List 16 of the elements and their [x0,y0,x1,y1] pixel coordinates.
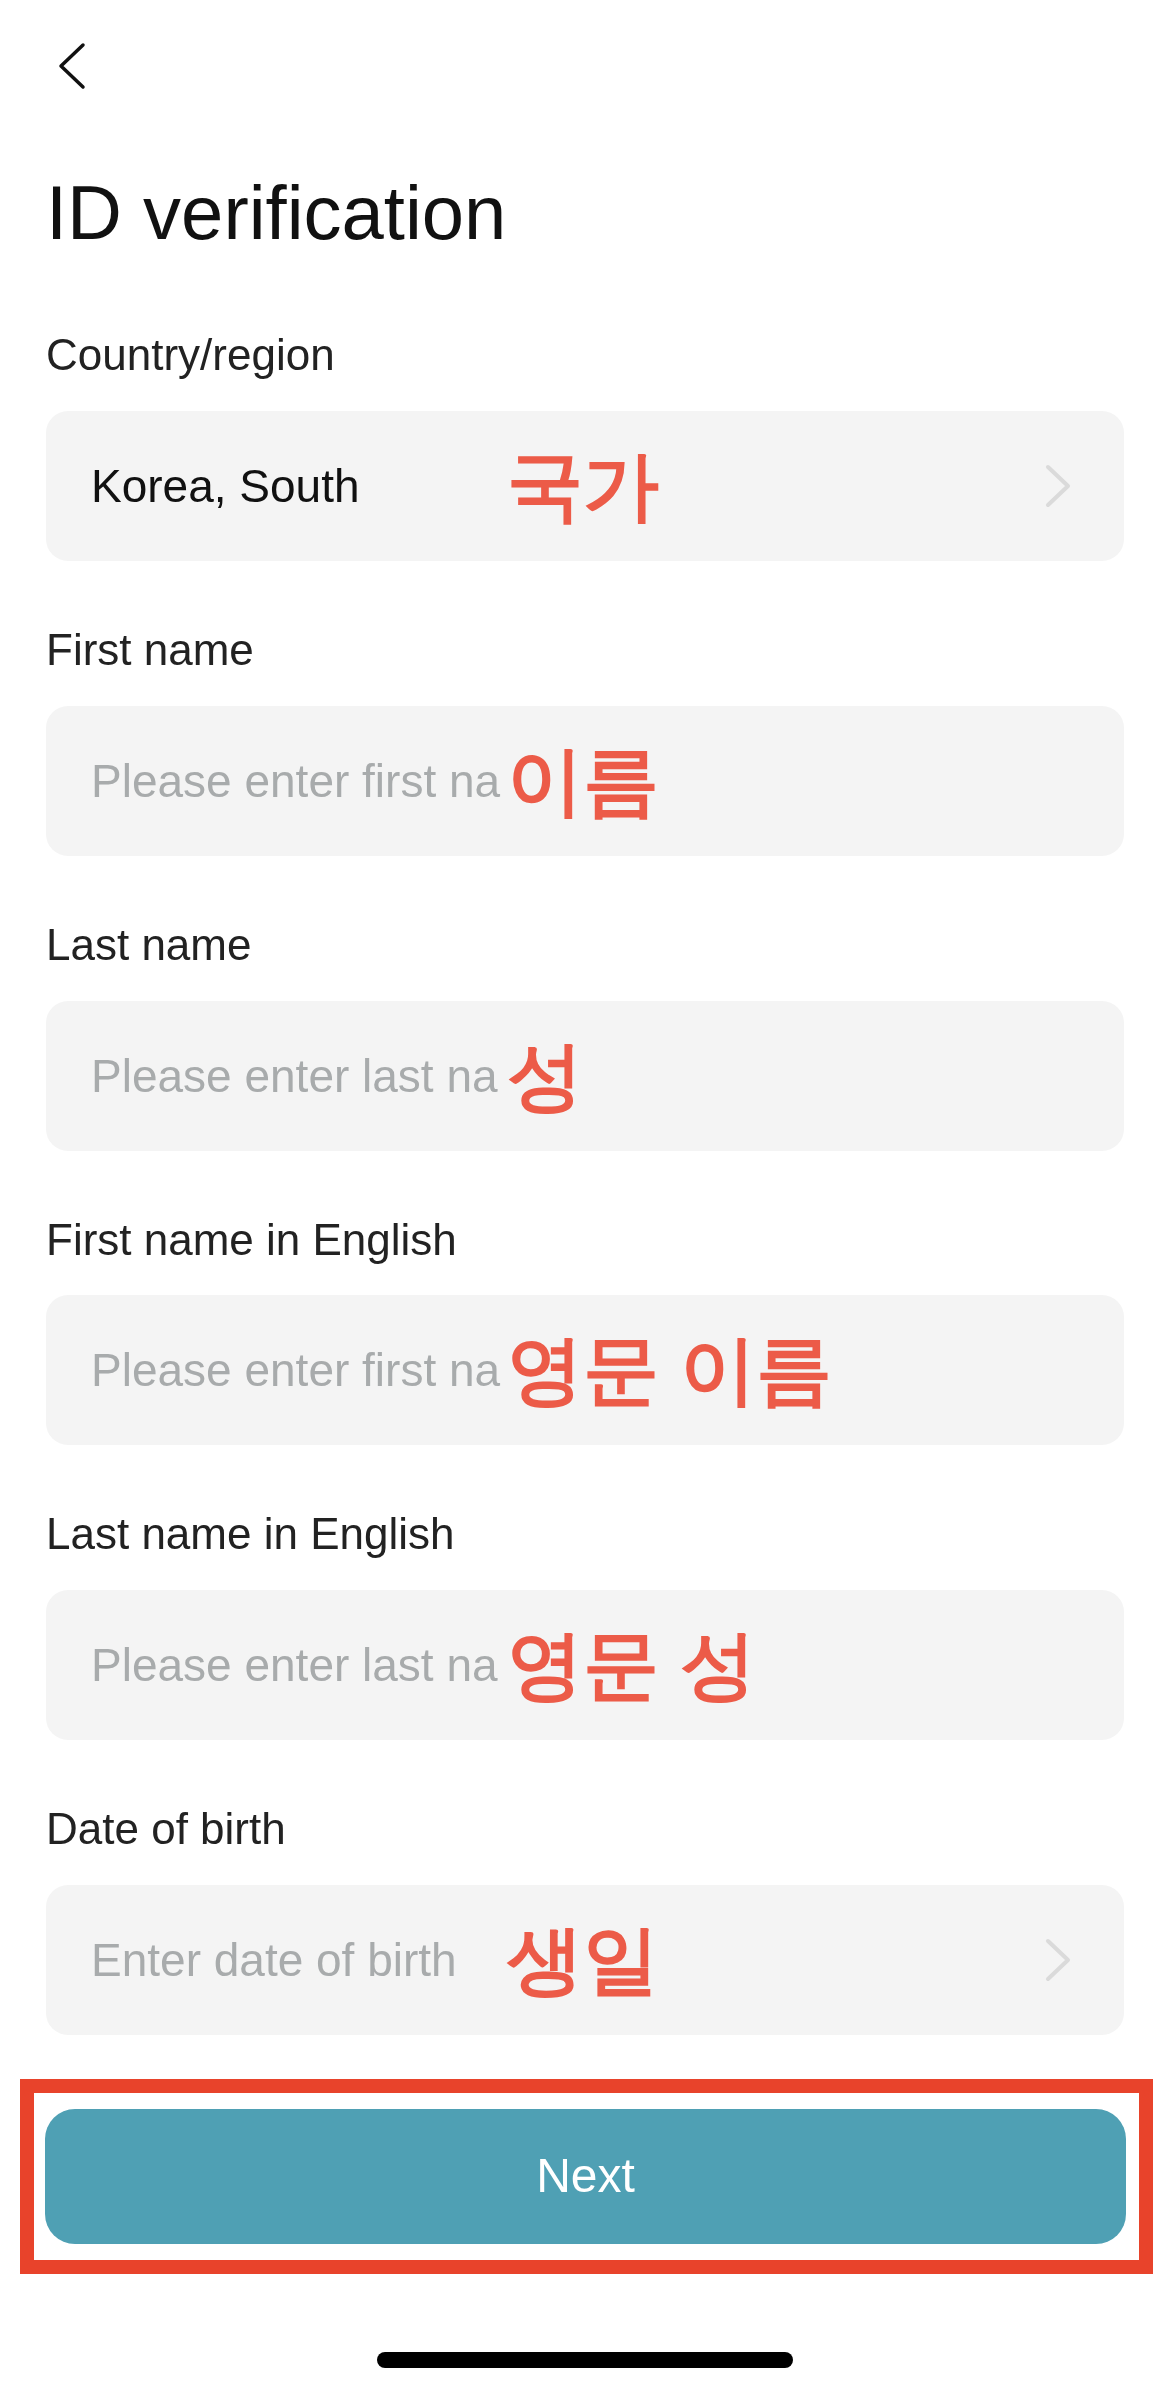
back-icon [58,42,86,90]
annotation-text: 이름 [507,742,659,819]
field-label: Country/region [46,329,336,382]
annotation-text: 생일 [507,1921,659,1998]
page-title: ID verification [46,169,508,257]
annotation-text: 국가 [507,448,659,524]
field-label: Date of birth [46,1803,287,1856]
field-label: First name [46,624,255,676]
chevron-right-icon [1044,1936,1072,1983]
field-label: Last name in English [46,1508,456,1561]
annotation-text: 영문 이름 [507,1332,833,1409]
chevron-right-icon [1044,463,1072,509]
field-label: Last name [46,918,253,971]
annotation-text: 영문 성 [507,1627,757,1704]
annotation-text: 성 [507,1037,583,1114]
field-label: First name in English [46,1213,458,1266]
